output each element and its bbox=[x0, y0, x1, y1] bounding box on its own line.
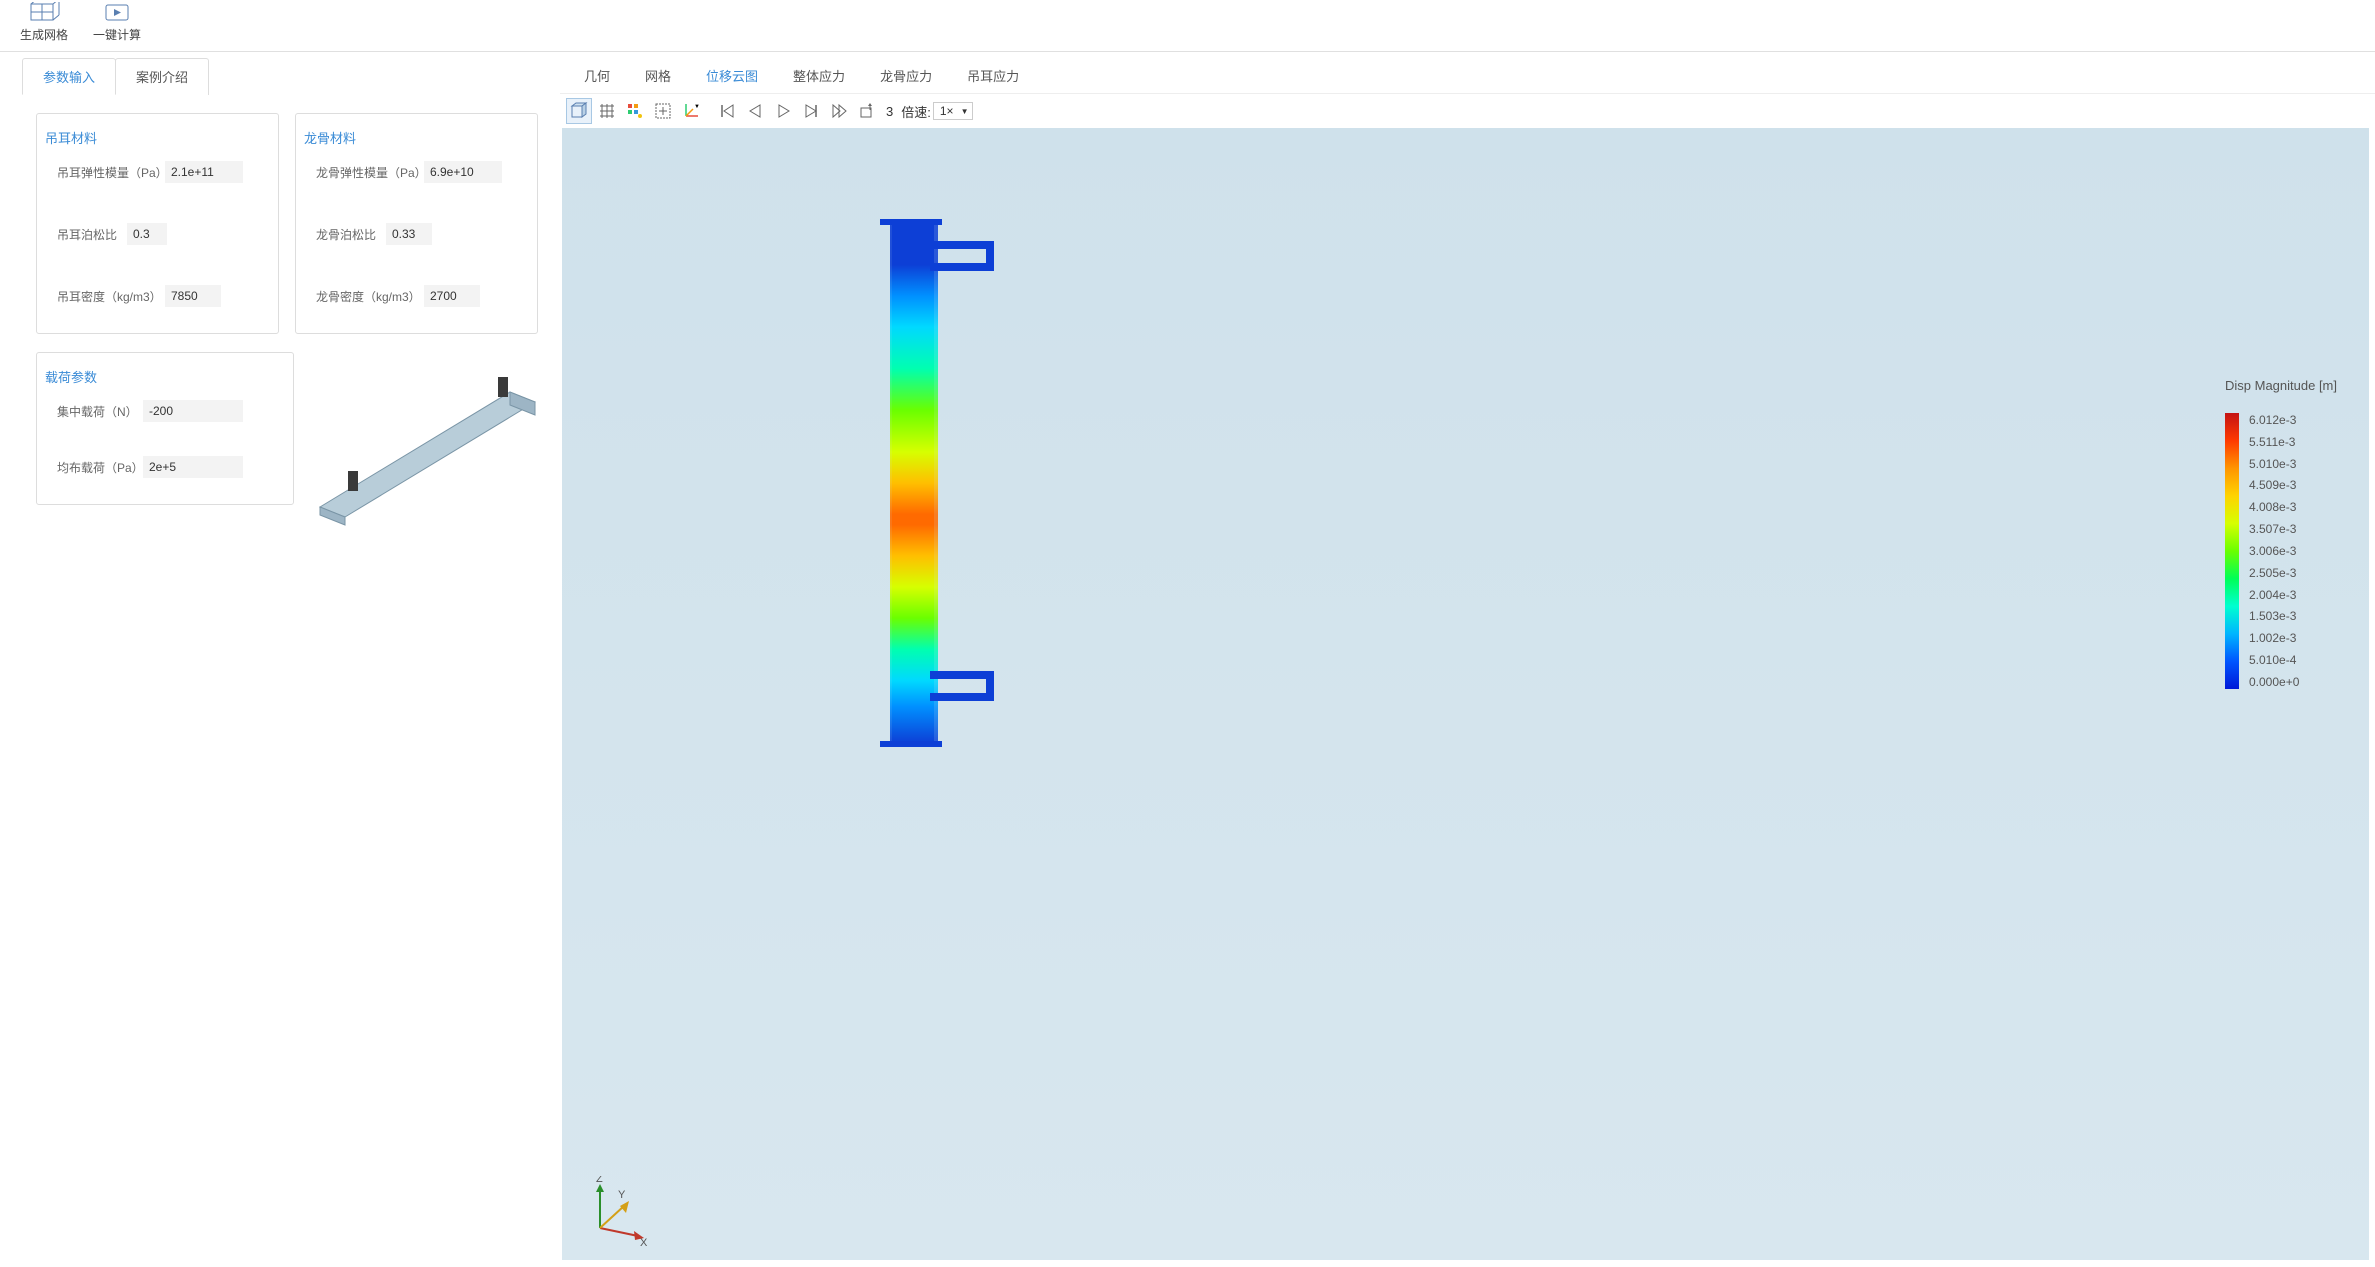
keel-density-input[interactable] bbox=[424, 285, 480, 307]
left-panel: 参数输入 案例介绍 吊耳材料 吊耳弹性模量（Pa） 吊耳泊松比 吊耳密度（kg/… bbox=[0, 52, 560, 1266]
viewport-3d[interactable]: Disp Magnitude [m] 6.012e-3 5.511e-3 5.010… bbox=[562, 128, 2369, 1260]
lug-material-title: 吊耳材料 bbox=[45, 128, 266, 147]
viewport-toolbar: ▼ 3 倍速: 1× bbox=[560, 93, 2375, 128]
legend-tick: 4.008e-3 bbox=[2249, 500, 2299, 514]
lug-modulus-input[interactable] bbox=[165, 161, 243, 183]
keel-modulus-label: 龙骨弹性模量（Pa） bbox=[316, 164, 424, 181]
card-load-params: 载荷参数 集中载荷（N） 均布载荷（Pa） bbox=[36, 352, 294, 505]
legend-tick: 2.004e-3 bbox=[2249, 588, 2299, 602]
displacement-contour bbox=[872, 183, 1042, 773]
prev-frame-icon[interactable] bbox=[742, 98, 768, 124]
legend-tick: 2.505e-3 bbox=[2249, 566, 2299, 580]
lug-modulus-label: 吊耳弹性模量（Pa） bbox=[57, 164, 165, 181]
legend-title: Disp Magnitude [m] bbox=[2225, 378, 2337, 393]
view-cube-icon[interactable] bbox=[566, 98, 592, 124]
card-lug-material: 吊耳材料 吊耳弹性模量（Pa） 吊耳泊松比 吊耳密度（kg/m3） bbox=[36, 113, 279, 334]
last-frame-icon[interactable] bbox=[826, 98, 852, 124]
legend-tick: 0.000e+0 bbox=[2249, 675, 2299, 689]
grid-toggle-icon[interactable] bbox=[594, 98, 620, 124]
lug-poisson-label: 吊耳泊松比 bbox=[57, 226, 127, 243]
model-preview bbox=[310, 352, 550, 532]
lug-density-label: 吊耳密度（kg/m3） bbox=[57, 288, 165, 305]
speed-select[interactable]: 1× bbox=[933, 102, 973, 120]
export-animation-icon[interactable] bbox=[854, 98, 880, 124]
svg-text:▼: ▼ bbox=[694, 104, 700, 110]
legend-tick: 5.511e-3 bbox=[2249, 435, 2299, 449]
tab-keel-stress[interactable]: 龙骨应力 bbox=[862, 58, 950, 93]
generate-mesh-label: 生成网格 bbox=[20, 26, 68, 43]
legend-tick: 6.012e-3 bbox=[2249, 413, 2299, 427]
tab-case-intro[interactable]: 案例介绍 bbox=[115, 58, 209, 95]
speed-label: 倍速: bbox=[901, 102, 931, 121]
tab-displacement[interactable]: 位移云图 bbox=[688, 58, 776, 93]
frame-number: 3 bbox=[886, 104, 893, 119]
keel-density-label: 龙骨密度（kg/m3） bbox=[316, 288, 424, 305]
lug-density-input[interactable] bbox=[165, 285, 221, 307]
first-frame-icon[interactable] bbox=[714, 98, 740, 124]
keel-poisson-label: 龙骨泊松比 bbox=[316, 226, 386, 243]
legend-tick: 5.010e-4 bbox=[2249, 653, 2299, 667]
legend-tick: 1.002e-3 bbox=[2249, 631, 2299, 645]
right-panel: 几何 网格 位移云图 整体应力 龙骨应力 吊耳应力 ▼ 3 倍速: 1× bbox=[560, 52, 2375, 1266]
one-click-calc-button[interactable]: 一键计算 bbox=[93, 2, 141, 43]
fit-view-icon[interactable] bbox=[650, 98, 676, 124]
keel-material-title: 龙骨材料 bbox=[304, 128, 525, 147]
axes-toggle-icon[interactable]: ▼ bbox=[678, 98, 704, 124]
legend-tick: 3.507e-3 bbox=[2249, 522, 2299, 536]
dist-load-label: 均布载荷（Pa） bbox=[57, 459, 143, 476]
legend-options-icon[interactable] bbox=[622, 98, 648, 124]
tab-params[interactable]: 参数输入 bbox=[22, 58, 116, 95]
svg-text:X: X bbox=[640, 1237, 648, 1246]
tab-geometry[interactable]: 几何 bbox=[566, 58, 628, 93]
legend-tick: 3.006e-3 bbox=[2249, 544, 2299, 558]
tab-overall-stress[interactable]: 整体应力 bbox=[775, 58, 863, 93]
keel-poisson-input[interactable] bbox=[386, 223, 432, 245]
card-keel-material: 龙骨材料 龙骨弹性模量（Pa） 龙骨泊松比 龙骨密度（kg/m3） bbox=[295, 113, 538, 334]
color-legend: Disp Magnitude [m] 6.012e-3 5.511e-3 5.010… bbox=[2225, 378, 2337, 689]
svg-text:Z: Z bbox=[596, 1176, 603, 1185]
keel-modulus-input[interactable] bbox=[424, 161, 502, 183]
load-title: 载荷参数 bbox=[45, 367, 281, 386]
one-click-calc-label: 一键计算 bbox=[93, 26, 141, 43]
legend-colorbar bbox=[2225, 413, 2239, 689]
tab-lug-stress[interactable]: 吊耳应力 bbox=[949, 58, 1037, 93]
next-frame-icon[interactable] bbox=[798, 98, 824, 124]
lug-poisson-input[interactable] bbox=[127, 223, 167, 245]
generate-mesh-button[interactable]: 生成网格 bbox=[20, 2, 68, 43]
legend-tick: 5.010e-3 bbox=[2249, 457, 2299, 471]
tab-mesh[interactable]: 网格 bbox=[627, 58, 689, 93]
point-load-input[interactable] bbox=[143, 400, 243, 422]
dist-load-input[interactable] bbox=[143, 456, 243, 478]
play-icon[interactable] bbox=[770, 98, 796, 124]
legend-tick: 4.509e-3 bbox=[2249, 478, 2299, 492]
svg-text:Y: Y bbox=[618, 1189, 626, 1201]
legend-tick: 1.503e-3 bbox=[2249, 609, 2299, 623]
point-load-label: 集中载荷（N） bbox=[57, 403, 143, 420]
top-toolbar: 生成网格 一键计算 bbox=[0, 0, 2375, 52]
axis-triad: Z X Y bbox=[582, 1176, 652, 1246]
